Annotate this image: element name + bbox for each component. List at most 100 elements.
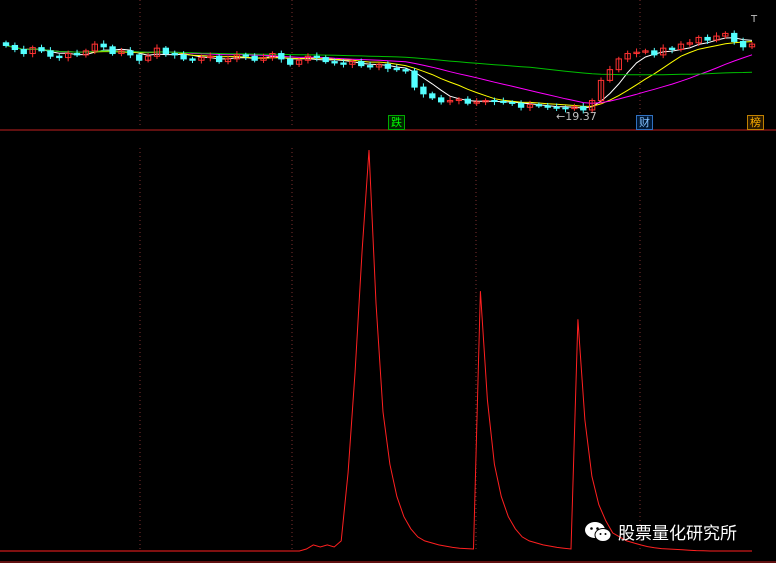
candle bbox=[500, 97, 507, 105]
candle bbox=[224, 55, 232, 65]
candle-body bbox=[429, 93, 436, 99]
candle bbox=[322, 55, 329, 64]
candle bbox=[375, 62, 383, 71]
candle bbox=[438, 94, 445, 105]
ranking-event-tag[interactable]: 榜 bbox=[747, 115, 764, 130]
candle bbox=[473, 98, 480, 106]
candle-body bbox=[136, 54, 143, 61]
candle-body bbox=[215, 55, 223, 63]
candle-body bbox=[242, 54, 249, 57]
indicator-panel-gridlines bbox=[139, 148, 641, 550]
candle-body bbox=[420, 86, 427, 95]
candle-body bbox=[411, 70, 418, 88]
candle-body bbox=[313, 55, 320, 59]
watermark: 股票量化研究所 bbox=[584, 519, 737, 544]
candle-body bbox=[438, 97, 445, 103]
candle bbox=[615, 56, 622, 73]
candle-body bbox=[11, 44, 19, 51]
candle bbox=[651, 47, 658, 58]
candle-body bbox=[331, 61, 338, 64]
candle-body bbox=[553, 106, 560, 109]
candle-body bbox=[668, 47, 676, 51]
candle bbox=[109, 44, 116, 56]
candle-body bbox=[47, 50, 54, 57]
candle bbox=[82, 48, 90, 58]
wechat-icon bbox=[585, 521, 612, 542]
candle-body bbox=[491, 100, 498, 103]
candle-body bbox=[384, 63, 392, 69]
candle-body bbox=[162, 47, 170, 55]
candle bbox=[686, 39, 693, 47]
candle bbox=[748, 41, 756, 49]
candle-body bbox=[73, 53, 81, 56]
candle bbox=[38, 44, 45, 54]
candle bbox=[136, 52, 143, 65]
candle-body bbox=[464, 98, 471, 104]
candle bbox=[366, 61, 374, 70]
candle bbox=[278, 50, 285, 63]
finance-event-tag[interactable]: 财 bbox=[636, 115, 653, 130]
candle-body bbox=[109, 46, 116, 55]
candle-body bbox=[544, 105, 551, 108]
candle-body bbox=[251, 55, 258, 61]
candle-body bbox=[2, 42, 10, 46]
candle-body bbox=[56, 55, 63, 59]
candle bbox=[597, 77, 605, 105]
candle bbox=[20, 45, 27, 57]
candle-body bbox=[704, 36, 711, 41]
candle bbox=[482, 98, 489, 106]
candle-body bbox=[180, 54, 187, 60]
candle bbox=[295, 58, 303, 67]
candle-body bbox=[340, 62, 347, 65]
candle bbox=[56, 54, 63, 61]
watermark-text: 股票量化研究所 bbox=[618, 524, 737, 544]
candle-body bbox=[366, 65, 374, 68]
candle-body bbox=[20, 49, 27, 55]
candle bbox=[446, 96, 454, 106]
candle-body bbox=[651, 50, 658, 56]
candle-body bbox=[278, 53, 285, 60]
candle-body bbox=[127, 50, 134, 56]
candle bbox=[73, 49, 81, 58]
candle-body bbox=[517, 102, 525, 108]
candle-body bbox=[171, 53, 178, 56]
candle bbox=[420, 83, 427, 98]
candle-body bbox=[500, 100, 507, 103]
candle-body bbox=[287, 58, 294, 65]
candle bbox=[633, 48, 640, 58]
fall-event-tag[interactable]: 跌 bbox=[388, 115, 405, 130]
candle-body bbox=[402, 69, 409, 72]
candle-body bbox=[562, 107, 569, 110]
candle bbox=[393, 64, 400, 72]
indicator-line bbox=[0, 149, 752, 552]
candle-body bbox=[38, 47, 45, 52]
candle-body bbox=[535, 104, 543, 107]
candle-body bbox=[731, 32, 738, 42]
candle-body bbox=[509, 101, 516, 104]
candle bbox=[668, 46, 676, 54]
candle bbox=[411, 68, 418, 91]
candle-body bbox=[322, 57, 329, 63]
lowest-price-label: ←19.37 bbox=[556, 110, 597, 123]
candlestick-series bbox=[2, 30, 756, 114]
candle bbox=[642, 48, 649, 55]
candle bbox=[162, 46, 170, 57]
candle-body bbox=[100, 43, 107, 48]
candle bbox=[215, 54, 223, 64]
corner-mark: T bbox=[751, 14, 758, 25]
candle bbox=[100, 40, 107, 51]
candle-body bbox=[189, 58, 196, 61]
candle bbox=[47, 47, 54, 59]
candle-body bbox=[393, 67, 400, 71]
candle bbox=[189, 56, 196, 63]
candle bbox=[429, 91, 436, 101]
candle bbox=[29, 45, 36, 58]
candle bbox=[464, 96, 471, 106]
candle-body bbox=[739, 40, 747, 48]
candle-body bbox=[358, 61, 365, 67]
candle bbox=[11, 42, 19, 53]
candle bbox=[2, 40, 10, 48]
chart-canvas[interactable] bbox=[0, 0, 776, 563]
candle bbox=[127, 47, 134, 59]
candle bbox=[624, 50, 631, 63]
